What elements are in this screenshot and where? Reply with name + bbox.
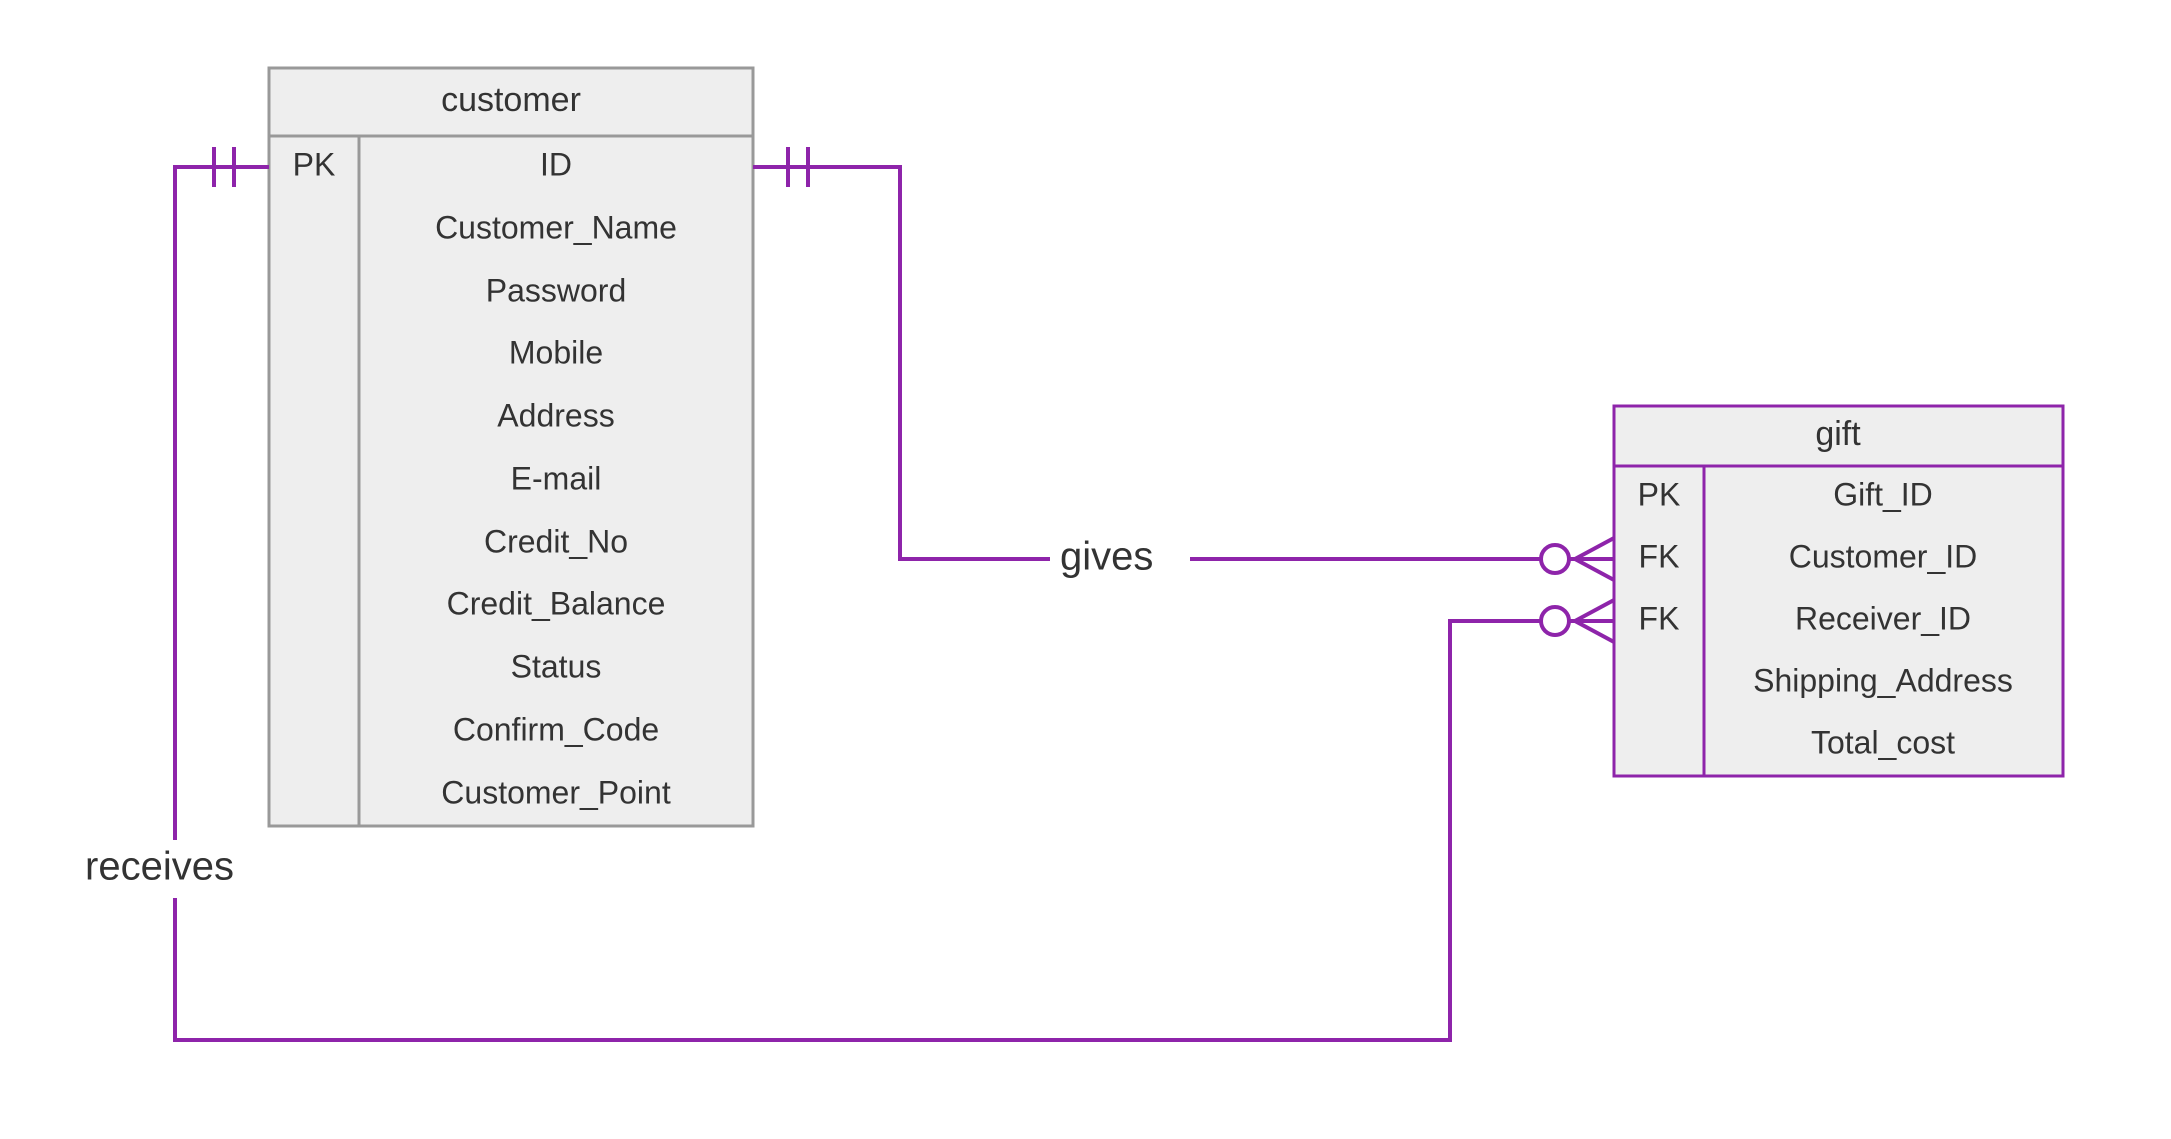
customer-attr-9: Confirm_Code [453, 711, 659, 747]
customer-attr-8: Status [511, 648, 602, 684]
entity-gift-title: gift [1815, 415, 1861, 453]
gift-key-0: PK [1638, 476, 1681, 512]
customer-attr-3: Mobile [509, 334, 603, 370]
relationship-gives-label: gives [1060, 535, 1153, 579]
customer-attr-6: Credit_No [484, 523, 628, 559]
customer-attr-4: Address [497, 397, 614, 433]
relationship-receives-label: receives [85, 845, 234, 889]
gift-key-2: FK [1639, 600, 1680, 636]
customer-attr-7: Credit_Balance [447, 585, 666, 621]
relationship-gives: gives [753, 147, 1614, 588]
entity-customer-title: customer [441, 81, 581, 119]
customer-attr-5: E-mail [511, 460, 602, 496]
gift-attr-0: Gift_ID [1833, 476, 1933, 512]
erd-canvas: customer PK ID Customer_Name Password Mo… [0, 0, 2171, 1139]
customer-attr-10: Customer_Point [441, 774, 671, 810]
entity-customer: customer PK ID Customer_Name Password Mo… [269, 68, 753, 826]
customer-attr-2: Password [486, 272, 627, 308]
customer-key-0: PK [293, 146, 336, 182]
gift-key-1: FK [1639, 538, 1680, 574]
gift-attr-3: Shipping_Address [1753, 662, 2013, 698]
customer-attr-0: ID [540, 146, 572, 182]
customer-attr-1: Customer_Name [435, 209, 677, 245]
gift-attr-2: Receiver_ID [1795, 600, 1971, 636]
gift-attr-4: Total_cost [1811, 724, 1955, 760]
gift-attr-1: Customer_ID [1789, 538, 1978, 574]
entity-gift: gift PK Gift_ID FK Customer_ID FK Receiv… [1614, 406, 2063, 776]
